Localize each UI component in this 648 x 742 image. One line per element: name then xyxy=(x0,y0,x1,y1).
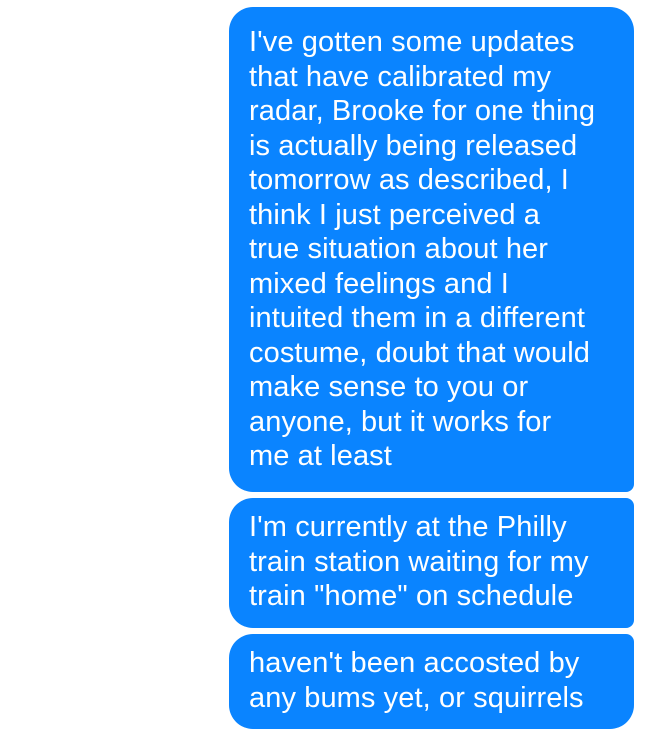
sent-message-bubble[interactable]: I've gotten some updates that have calib… xyxy=(229,7,634,492)
sent-message-bubble[interactable]: haven't been accosted by any bums yet, o… xyxy=(229,634,634,729)
sent-message-bubble[interactable]: I'm currently at the Philly train statio… xyxy=(229,498,634,628)
message-thread: I've gotten some updates that have calib… xyxy=(0,0,648,742)
